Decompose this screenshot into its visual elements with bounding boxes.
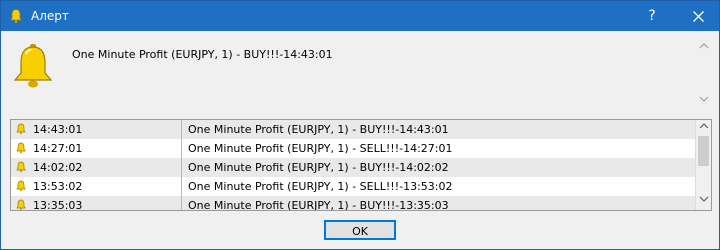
- table-row[interactable]: 13:35:03 One Minute Profit (EURJPY, 1) -…: [11, 196, 695, 211]
- time-cell: 14:43:01: [11, 120, 182, 139]
- alert-text: One Minute Profit (EURJPY, 1) - BUY!!!-1…: [188, 199, 449, 211]
- bell-icon: [9, 9, 23, 23]
- bell-icon: [16, 142, 26, 154]
- alert-text: One Minute Profit (EURJPY, 1) - BUY!!!-1…: [188, 161, 449, 174]
- bell-icon: [13, 44, 53, 88]
- alerts-table: 14:43:01 One Minute Profit (EURJPY, 1) -…: [10, 119, 712, 211]
- table-scrollbar[interactable]: [695, 120, 711, 210]
- alert-time: 14:27:01: [33, 142, 83, 155]
- alert-time: 13:35:03: [33, 199, 83, 211]
- title-bar[interactable]: Алерт ?: [1, 1, 719, 31]
- message-cell: One Minute Profit (EURJPY, 1) - BUY!!!-1…: [182, 120, 695, 139]
- message-cell: One Minute Profit (EURJPY, 1) - BUY!!!-1…: [182, 196, 695, 211]
- time-cell: 13:35:03: [11, 196, 182, 211]
- bell-icon: [16, 180, 26, 192]
- scroll-up-icon[interactable]: [699, 42, 709, 50]
- alert-text: One Minute Profit (EURJPY, 1) - SELL!!!-…: [188, 142, 453, 155]
- alert-text: One Minute Profit (EURJPY, 1) - SELL!!!-…: [188, 180, 453, 193]
- alert-time: 14:43:01: [33, 123, 83, 136]
- ok-button[interactable]: OK: [324, 220, 396, 240]
- bell-icon: [16, 123, 26, 135]
- table-row[interactable]: 14:02:02 One Minute Profit (EURJPY, 1) -…: [11, 158, 695, 178]
- alert-message: One Minute Profit (EURJPY, 1) - BUY!!!-1…: [72, 48, 333, 61]
- message-cell: One Minute Profit (EURJPY, 1) - SELL!!!-…: [182, 177, 695, 196]
- scroll-thumb[interactable]: [698, 136, 709, 166]
- table-row[interactable]: 14:43:01 One Minute Profit (EURJPY, 1) -…: [11, 120, 695, 140]
- bell-icon: [16, 161, 26, 173]
- message-cell: One Minute Profit (EURJPY, 1) - SELL!!!-…: [182, 139, 695, 158]
- time-cell: 14:02:02: [11, 158, 182, 177]
- alert-time: 13:53:02: [33, 180, 83, 193]
- help-button[interactable]: ?: [635, 1, 669, 31]
- table-row[interactable]: 14:27:01 One Minute Profit (EURJPY, 1) -…: [11, 139, 695, 159]
- window-title: Алерт: [31, 9, 69, 23]
- table-row[interactable]: 13:53:02 One Minute Profit (EURJPY, 1) -…: [11, 177, 695, 197]
- alert-time: 14:02:02: [33, 161, 83, 174]
- scroll-up-icon[interactable]: [699, 122, 709, 130]
- time-cell: 14:27:01: [11, 139, 182, 158]
- bell-icon: [16, 199, 26, 210]
- message-scrollbar[interactable]: [697, 42, 713, 115]
- message-panel: One Minute Profit (EURJPY, 1) - BUY!!!-1…: [67, 42, 691, 102]
- alert-text: One Minute Profit (EURJPY, 1) - BUY!!!-1…: [188, 123, 449, 136]
- scroll-down-icon[interactable]: [699, 95, 709, 103]
- message-cell: One Minute Profit (EURJPY, 1) - BUY!!!-1…: [182, 158, 695, 177]
- close-icon: [692, 11, 704, 22]
- scroll-down-icon[interactable]: [699, 195, 709, 203]
- time-cell: 13:53:02: [11, 177, 182, 196]
- alert-window: Алерт ? One Minute Profit (EURJPY, 1) - …: [0, 0, 720, 250]
- close-button[interactable]: [681, 1, 715, 31]
